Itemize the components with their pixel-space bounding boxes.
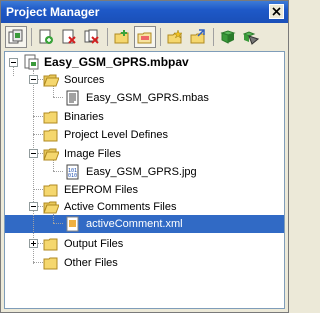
delete-folder-icon (137, 32, 152, 44)
project-tree: Easy_GSM_GPRS.mbpav Sources Easy_GSM_GPR… (4, 51, 285, 309)
expand-toggle[interactable] (29, 239, 38, 248)
project-file-icon (24, 54, 39, 70)
folder-icon (43, 257, 58, 270)
folder-open-icon (43, 201, 59, 214)
folder-icon (43, 238, 58, 251)
tree-item-label: Easy_GSM_GPRS.jpg (86, 166, 197, 178)
plus-icon (31, 241, 36, 246)
tree-item-label: EEPROM Files (64, 184, 138, 196)
window-title: Project Manager (6, 5, 100, 19)
open-project-icon (190, 29, 205, 44)
image-file-icon: 101010 (66, 164, 79, 180)
tree-line (53, 171, 63, 172)
new-folder-button[interactable] (111, 26, 133, 48)
collapse-toggle[interactable] (29, 149, 38, 158)
build-button[interactable] (217, 26, 239, 48)
tree-root-project[interactable]: Easy_GSM_GPRS.mbpav (23, 52, 191, 72)
tree-item-label: Other Files (64, 257, 118, 269)
add-file-icon (39, 29, 53, 44)
build-all-button[interactable] (240, 26, 262, 48)
remove-file-button[interactable] (58, 26, 80, 48)
new-folder-icon (114, 30, 129, 44)
tree-item-output-files[interactable]: Output Files (43, 234, 125, 254)
toolbar-separator (160, 28, 161, 46)
collapse-toggle[interactable] (29, 202, 38, 211)
svg-text:010: 010 (68, 173, 77, 179)
new-project-icon (167, 29, 183, 44)
folder-open-icon (43, 74, 59, 87)
delete-folder-button[interactable] (134, 26, 156, 48)
remove-file-icon (62, 29, 76, 44)
project-icon (8, 29, 23, 44)
project-manager-window: Project Manager Easy_GSM_GPRS.mbpav Sour… (0, 0, 289, 313)
minus-icon (31, 79, 36, 80)
tree-item-image-file[interactable]: 101 010 Easy_GSM_GPRS.jpg (65, 162, 199, 182)
title-bar[interactable]: Project Manager (1, 1, 288, 23)
folder-icon (43, 111, 58, 124)
build-icon (220, 30, 236, 44)
remove-all-icon (84, 29, 99, 44)
tree-item-label: Image Files (64, 148, 121, 160)
open-project-button[interactable] (187, 26, 209, 48)
tree-item-label: Easy_GSM_GPRS.mbas (86, 92, 209, 104)
collapse-toggle[interactable] (9, 58, 18, 67)
tree-item-image-files[interactable]: Image Files (43, 144, 123, 164)
minus-icon (31, 153, 36, 154)
tree-item-project-defines[interactable]: Project Level Defines (43, 125, 170, 145)
project-button[interactable] (5, 26, 27, 48)
tree-item-label: activeComment.xml (84, 218, 185, 230)
tree-line (53, 97, 63, 98)
folder-icon (43, 184, 58, 197)
remove-all-button[interactable] (81, 26, 103, 48)
minus-icon (11, 62, 16, 63)
folder-icon (43, 129, 58, 142)
new-project-button[interactable] (164, 26, 186, 48)
toolbar (5, 25, 283, 49)
tree-item-label: Sources (64, 74, 105, 86)
tree-item-label: Output Files (64, 238, 124, 250)
tree-item-sources[interactable]: Sources (43, 70, 106, 90)
tree-item-label: Active Comments Files (64, 201, 177, 213)
tree-item-label: Project Level Defines (64, 129, 168, 141)
build-all-icon (243, 31, 259, 45)
tree-item-active-comment-file[interactable]: activeComment.xml (65, 214, 185, 234)
tree-line (33, 70, 34, 264)
toolbar-separator (31, 28, 32, 46)
collapse-toggle[interactable] (29, 75, 38, 84)
folder-open-icon (43, 148, 59, 161)
add-file-button[interactable] (35, 26, 57, 48)
tree-line (53, 223, 63, 224)
close-button[interactable] (269, 4, 284, 19)
close-icon (272, 7, 281, 16)
tree-item-label: Binaries (64, 111, 104, 123)
toolbar-separator (107, 28, 108, 46)
tree-root-label: Easy_GSM_GPRS.mbpav (44, 55, 189, 69)
xml-file-icon (66, 216, 79, 232)
tree-item-other-files[interactable]: Other Files (43, 253, 120, 273)
tree-line (13, 66, 14, 76)
tree-item-source-file[interactable]: Easy_GSM_GPRS.mbas (65, 88, 211, 108)
toolbar-separator (213, 28, 214, 46)
minus-icon (31, 206, 36, 207)
source-file-icon (66, 90, 79, 106)
tree-item-binaries[interactable]: Binaries (43, 107, 106, 127)
